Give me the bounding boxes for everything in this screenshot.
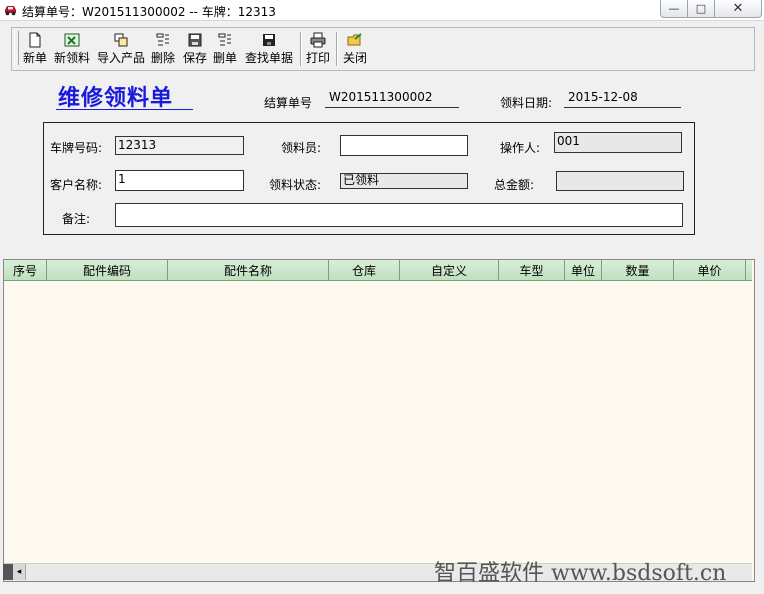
delete-button[interactable]: 删除 <box>150 30 176 68</box>
new-pick-label: 新领料 <box>53 51 90 65</box>
watermark: 智百盛软件 www.bsdsoft.cn <box>434 561 727 586</box>
print-button[interactable]: 打印 <box>305 30 331 68</box>
delete-order-icon <box>218 33 231 46</box>
print-label: 打印 <box>305 51 330 65</box>
spreadsheet-icon <box>64 33 80 47</box>
scroll-left-button[interactable]: ◂ <box>13 564 26 580</box>
delete-label: 删除 <box>150 51 175 65</box>
title-underline <box>56 109 193 110</box>
save-label: 保存 <box>182 51 207 65</box>
settle-no-value: W201511300002 <box>329 90 433 104</box>
exit-folder-icon <box>347 33 362 46</box>
toolbar-separator <box>300 32 302 66</box>
picker-label: 领料员: <box>281 141 322 155</box>
total-label: 总金额: <box>494 178 535 192</box>
column-header-part-code[interactable]: 配件编码 <box>47 260 168 281</box>
close-icon: ✕ <box>732 1 744 16</box>
column-header-quantity[interactable]: 数量 <box>602 260 674 281</box>
close-button[interactable]: 关闭 <box>341 30 369 68</box>
scroll-left-icon: ◂ <box>16 567 22 577</box>
close-window-button[interactable]: ✕ <box>714 0 762 18</box>
column-header-filler <box>746 260 752 281</box>
settle-no-underline <box>325 107 459 108</box>
operator-field[interactable]: 001 <box>554 132 682 153</box>
find-order-button[interactable]: 查找单据 <box>244 30 294 68</box>
save-icon <box>188 33 202 47</box>
new-document-icon <box>29 32 41 48</box>
plate-label: 车牌号码: <box>50 141 103 155</box>
delete-order-label: 删单 <box>212 51 237 65</box>
settle-no-label: 结算单号 <box>264 96 313 110</box>
total-field[interactable] <box>556 171 684 191</box>
status-field[interactable]: 已领料 <box>340 173 468 189</box>
toolbar-separator <box>336 32 338 66</box>
remark-field[interactable] <box>115 203 683 227</box>
pick-date-label: 领料日期: <box>500 96 553 110</box>
new-order-button[interactable]: 新单 <box>22 30 48 68</box>
save-button[interactable]: 保存 <box>182 30 208 68</box>
maximize-icon: □ <box>695 2 707 15</box>
new-pick-button[interactable]: 新领料 <box>53 30 91 68</box>
pick-date-value: 2015-12-08 <box>568 90 638 104</box>
new-order-label: 新单 <box>22 51 47 65</box>
import-product-label: 导入产品 <box>96 51 145 65</box>
pick-date-underline <box>564 107 681 108</box>
column-header-part-name[interactable]: 配件名称 <box>168 260 329 281</box>
customer-field[interactable]: 1 <box>115 170 244 191</box>
status-label: 领料状态: <box>269 178 322 192</box>
column-header-unit-price[interactable]: 单价 <box>674 260 746 281</box>
floppy-icon <box>263 34 275 46</box>
delete-rows-icon <box>156 33 169 46</box>
delete-order-button[interactable]: 删单 <box>212 30 238 68</box>
window-title: 结算单号：W201511300002 -- 车牌：12313 <box>22 5 276 19</box>
column-header-warehouse[interactable]: 仓库 <box>329 260 400 281</box>
printer-icon <box>310 32 326 48</box>
close-label: 关闭 <box>342 51 367 65</box>
operator-label: 操作人: <box>500 141 541 155</box>
minimize-button[interactable]: — <box>660 0 688 18</box>
car-icon <box>5 6 16 16</box>
import-product-button[interactable]: 导入产品 <box>96 30 146 68</box>
plate-field[interactable]: 12313 <box>115 136 244 155</box>
picker-field[interactable] <box>340 135 468 156</box>
maximize-button[interactable]: □ <box>687 0 715 18</box>
column-header-car-model[interactable]: 车型 <box>499 260 565 281</box>
column-header-custom[interactable]: 自定义 <box>400 260 499 281</box>
find-order-label: 查找单据 <box>244 51 293 65</box>
scrollbar-corner <box>3 564 13 580</box>
customer-label: 客户名称: <box>50 178 103 192</box>
minimize-icon: — <box>668 2 680 15</box>
remark-label: 备注: <box>62 212 91 226</box>
column-header-index[interactable]: 序号 <box>4 260 47 281</box>
toolbar-grip[interactable] <box>14 31 19 65</box>
page-title: 维修领料单 <box>58 85 174 111</box>
import-icon <box>114 33 128 47</box>
column-header-unit[interactable]: 单位 <box>565 260 602 281</box>
parts-grid[interactable] <box>3 259 755 582</box>
